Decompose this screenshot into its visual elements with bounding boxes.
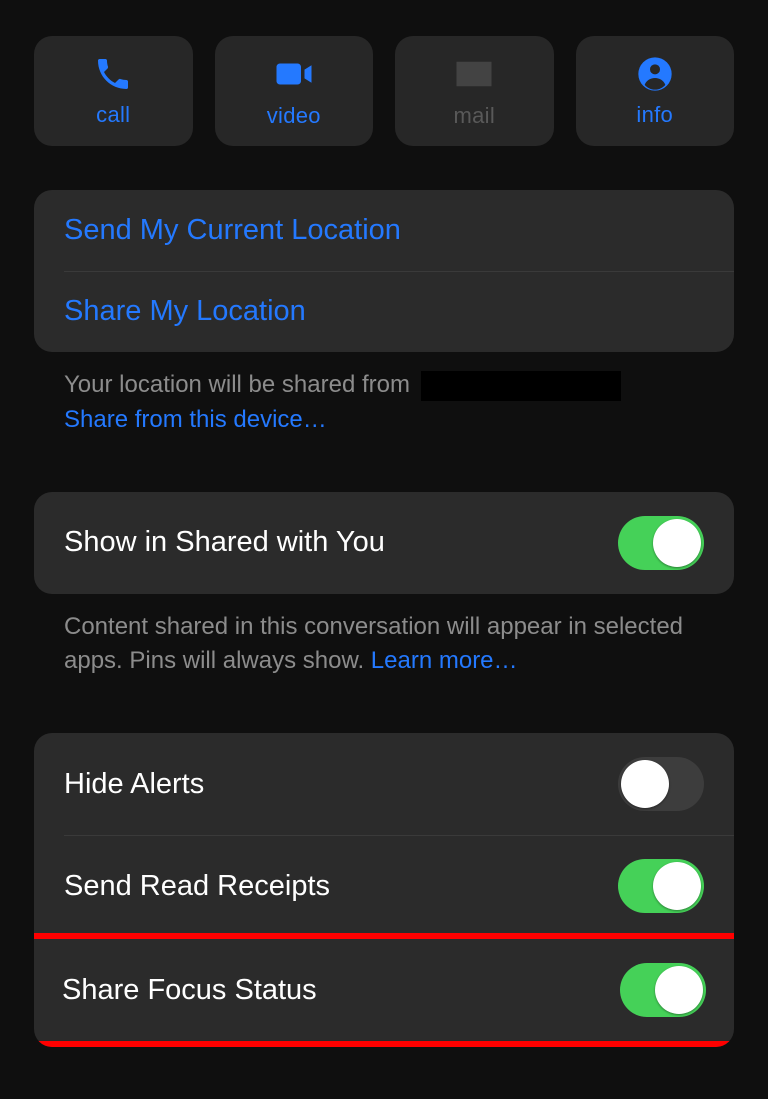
location-footer-text: Your location will be shared from — [64, 371, 410, 398]
shared-with-you-footer: Content shared in this conversation will… — [34, 594, 734, 680]
call-label: call — [96, 102, 130, 128]
show-in-shared-with-you-toggle[interactable] — [618, 516, 704, 570]
redacted-device-name — [421, 371, 621, 401]
call-button[interactable]: call — [34, 36, 193, 146]
contact-actions-row: call video mail info — [34, 36, 734, 146]
send-current-location-row[interactable]: Send My Current Location — [34, 190, 734, 271]
person-circle-icon — [635, 54, 675, 94]
share-focus-status-row: Share Focus Status — [40, 939, 728, 1041]
toggle-knob — [621, 760, 669, 808]
location-footer: Your location will be shared from Share … — [34, 352, 734, 438]
location-group: Send My Current Location Share My Locati… — [34, 190, 734, 352]
share-my-location-label: Share My Location — [64, 295, 306, 328]
toggle-knob — [655, 966, 703, 1014]
info-button[interactable]: info — [576, 36, 735, 146]
toggle-knob — [653, 519, 701, 567]
share-my-location-row[interactable]: Share My Location — [34, 271, 734, 352]
show-in-shared-with-you-row: Show in Shared with You — [34, 492, 734, 594]
video-label: video — [267, 103, 321, 129]
conversation-settings-group: Hide Alerts Send Read Receipts Share Foc… — [34, 733, 734, 1047]
mail-icon — [453, 53, 495, 95]
video-button[interactable]: video — [215, 36, 374, 146]
hide-alerts-toggle[interactable] — [618, 757, 704, 811]
send-read-receipts-row: Send Read Receipts — [34, 835, 734, 937]
share-focus-status-toggle[interactable] — [620, 963, 706, 1017]
mail-button[interactable]: mail — [395, 36, 554, 146]
phone-icon — [93, 54, 133, 94]
hide-alerts-label: Hide Alerts — [64, 768, 204, 801]
learn-more-link[interactable]: Learn more… — [371, 647, 518, 674]
toggle-knob — [653, 862, 701, 910]
share-focus-status-highlight: Share Focus Status — [34, 933, 734, 1047]
hide-alerts-row: Hide Alerts — [34, 733, 734, 835]
mail-label: mail — [453, 103, 495, 129]
send-read-receipts-toggle[interactable] — [618, 859, 704, 913]
share-from-device-link[interactable]: Share from this device… — [64, 406, 327, 433]
video-icon — [273, 53, 315, 95]
share-focus-status-label: Share Focus Status — [62, 974, 317, 1007]
shared-with-you-group: Show in Shared with You — [34, 492, 734, 594]
send-current-location-label: Send My Current Location — [64, 214, 401, 247]
info-label: info — [636, 102, 673, 128]
send-read-receipts-label: Send Read Receipts — [64, 870, 330, 903]
show-in-shared-with-you-label: Show in Shared with You — [64, 526, 385, 559]
